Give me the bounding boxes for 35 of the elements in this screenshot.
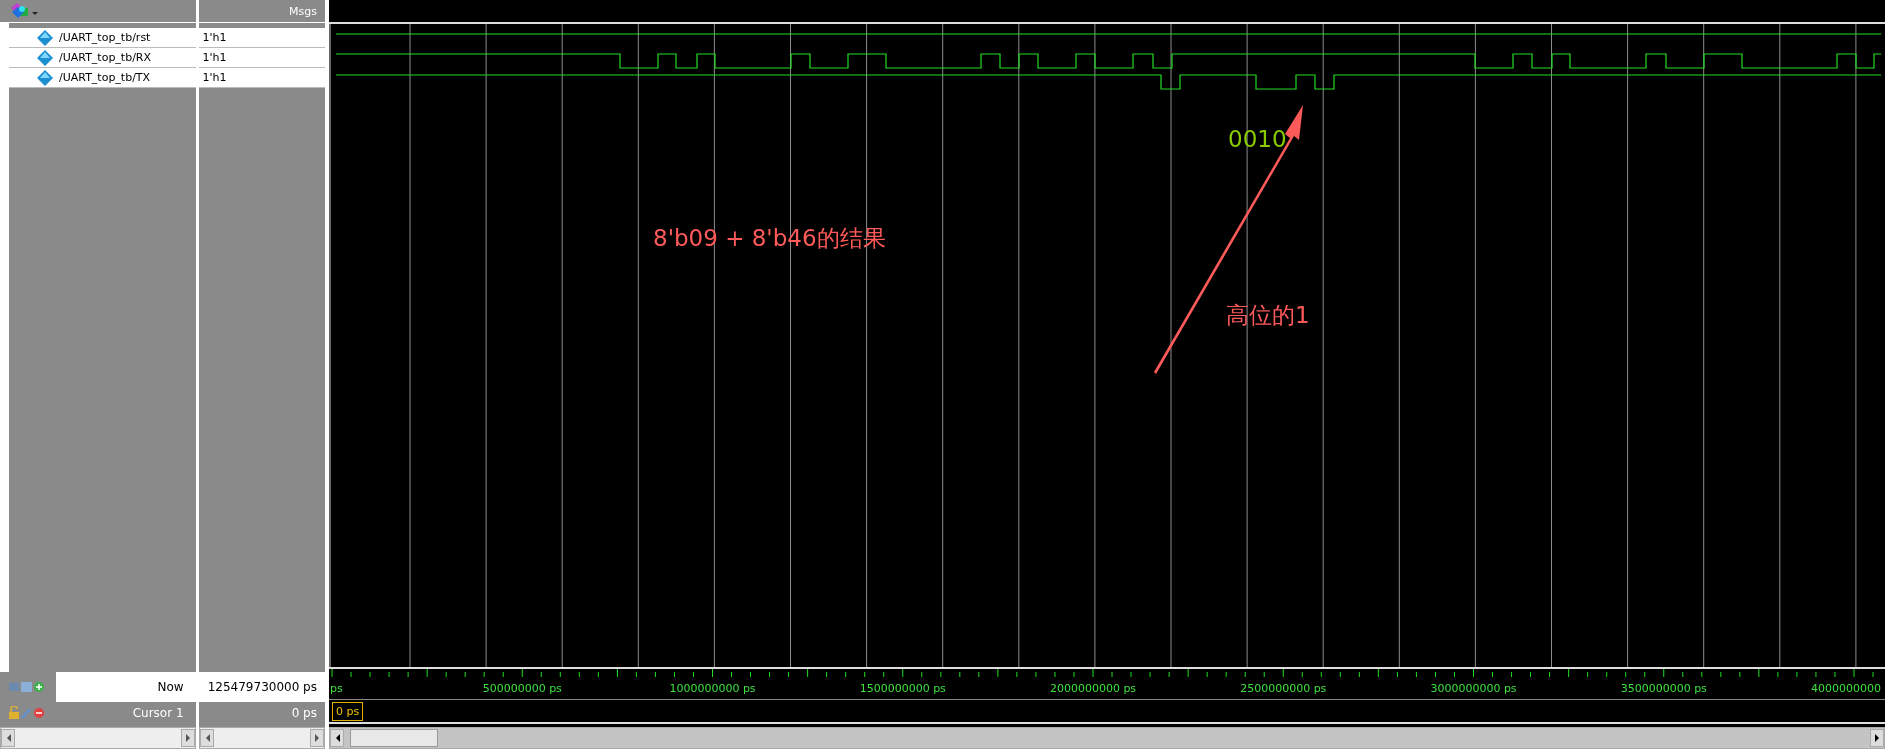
- cursor-marker[interactable]: 0 ps: [332, 701, 364, 721]
- signal-icon: [37, 69, 53, 86]
- cursor-time: 0 ps: [291, 706, 317, 720]
- signal-value: 1'h1: [198, 28, 325, 48]
- annotation-text: 8'b09 + 8'b46的结果: [653, 224, 886, 253]
- scroll-left-icon[interactable]: [330, 729, 344, 747]
- time-label: 3000000000 ps: [1430, 682, 1517, 695]
- time-label: 1000000000 ps: [669, 682, 756, 695]
- signal-name[interactable]: /UART_top_tb/TX: [59, 71, 151, 84]
- signal-icon: [37, 49, 53, 66]
- horizontal-scrollbar[interactable]: [0, 727, 196, 749]
- now-time: 125479730000 ps: [198, 672, 325, 702]
- signal-name[interactable]: /UART_top_tb/rst: [59, 31, 151, 44]
- annotation-text: 0010: [1228, 126, 1287, 152]
- signal-name[interactable]: /UART_top_tb/RX: [59, 51, 152, 64]
- time-label: 2500000000 ps: [1240, 682, 1327, 695]
- wave-toolbar-icon[interactable]: [10, 2, 40, 20]
- cursor-tool-icons[interactable]: [8, 706, 46, 720]
- scroll-thumb[interactable]: [350, 729, 438, 747]
- time-label: 500000000 ps: [482, 682, 562, 695]
- time-label: ps: [330, 682, 343, 695]
- scroll-right-icon[interactable]: [1870, 729, 1884, 747]
- time-label: 1500000000 ps: [859, 682, 946, 695]
- scroll-right-icon[interactable]: [180, 729, 195, 747]
- signal-icon: [37, 29, 53, 46]
- signal-value: 1'h1: [198, 48, 325, 68]
- annotation-text: 高位的1: [1226, 301, 1310, 330]
- horizontal-scrollbar[interactable]: [329, 727, 1885, 749]
- time-label: 3500000000 ps: [1620, 682, 1707, 695]
- cursor-label: Cursor 1: [131, 706, 185, 720]
- time-label: 2000000000 ps: [1049, 682, 1137, 695]
- time-label: 4000000000: [1811, 682, 1881, 695]
- signal-value: 1'h1: [198, 68, 325, 88]
- now-label: Now: [56, 672, 196, 702]
- toolbar-icons[interactable]: [8, 680, 46, 694]
